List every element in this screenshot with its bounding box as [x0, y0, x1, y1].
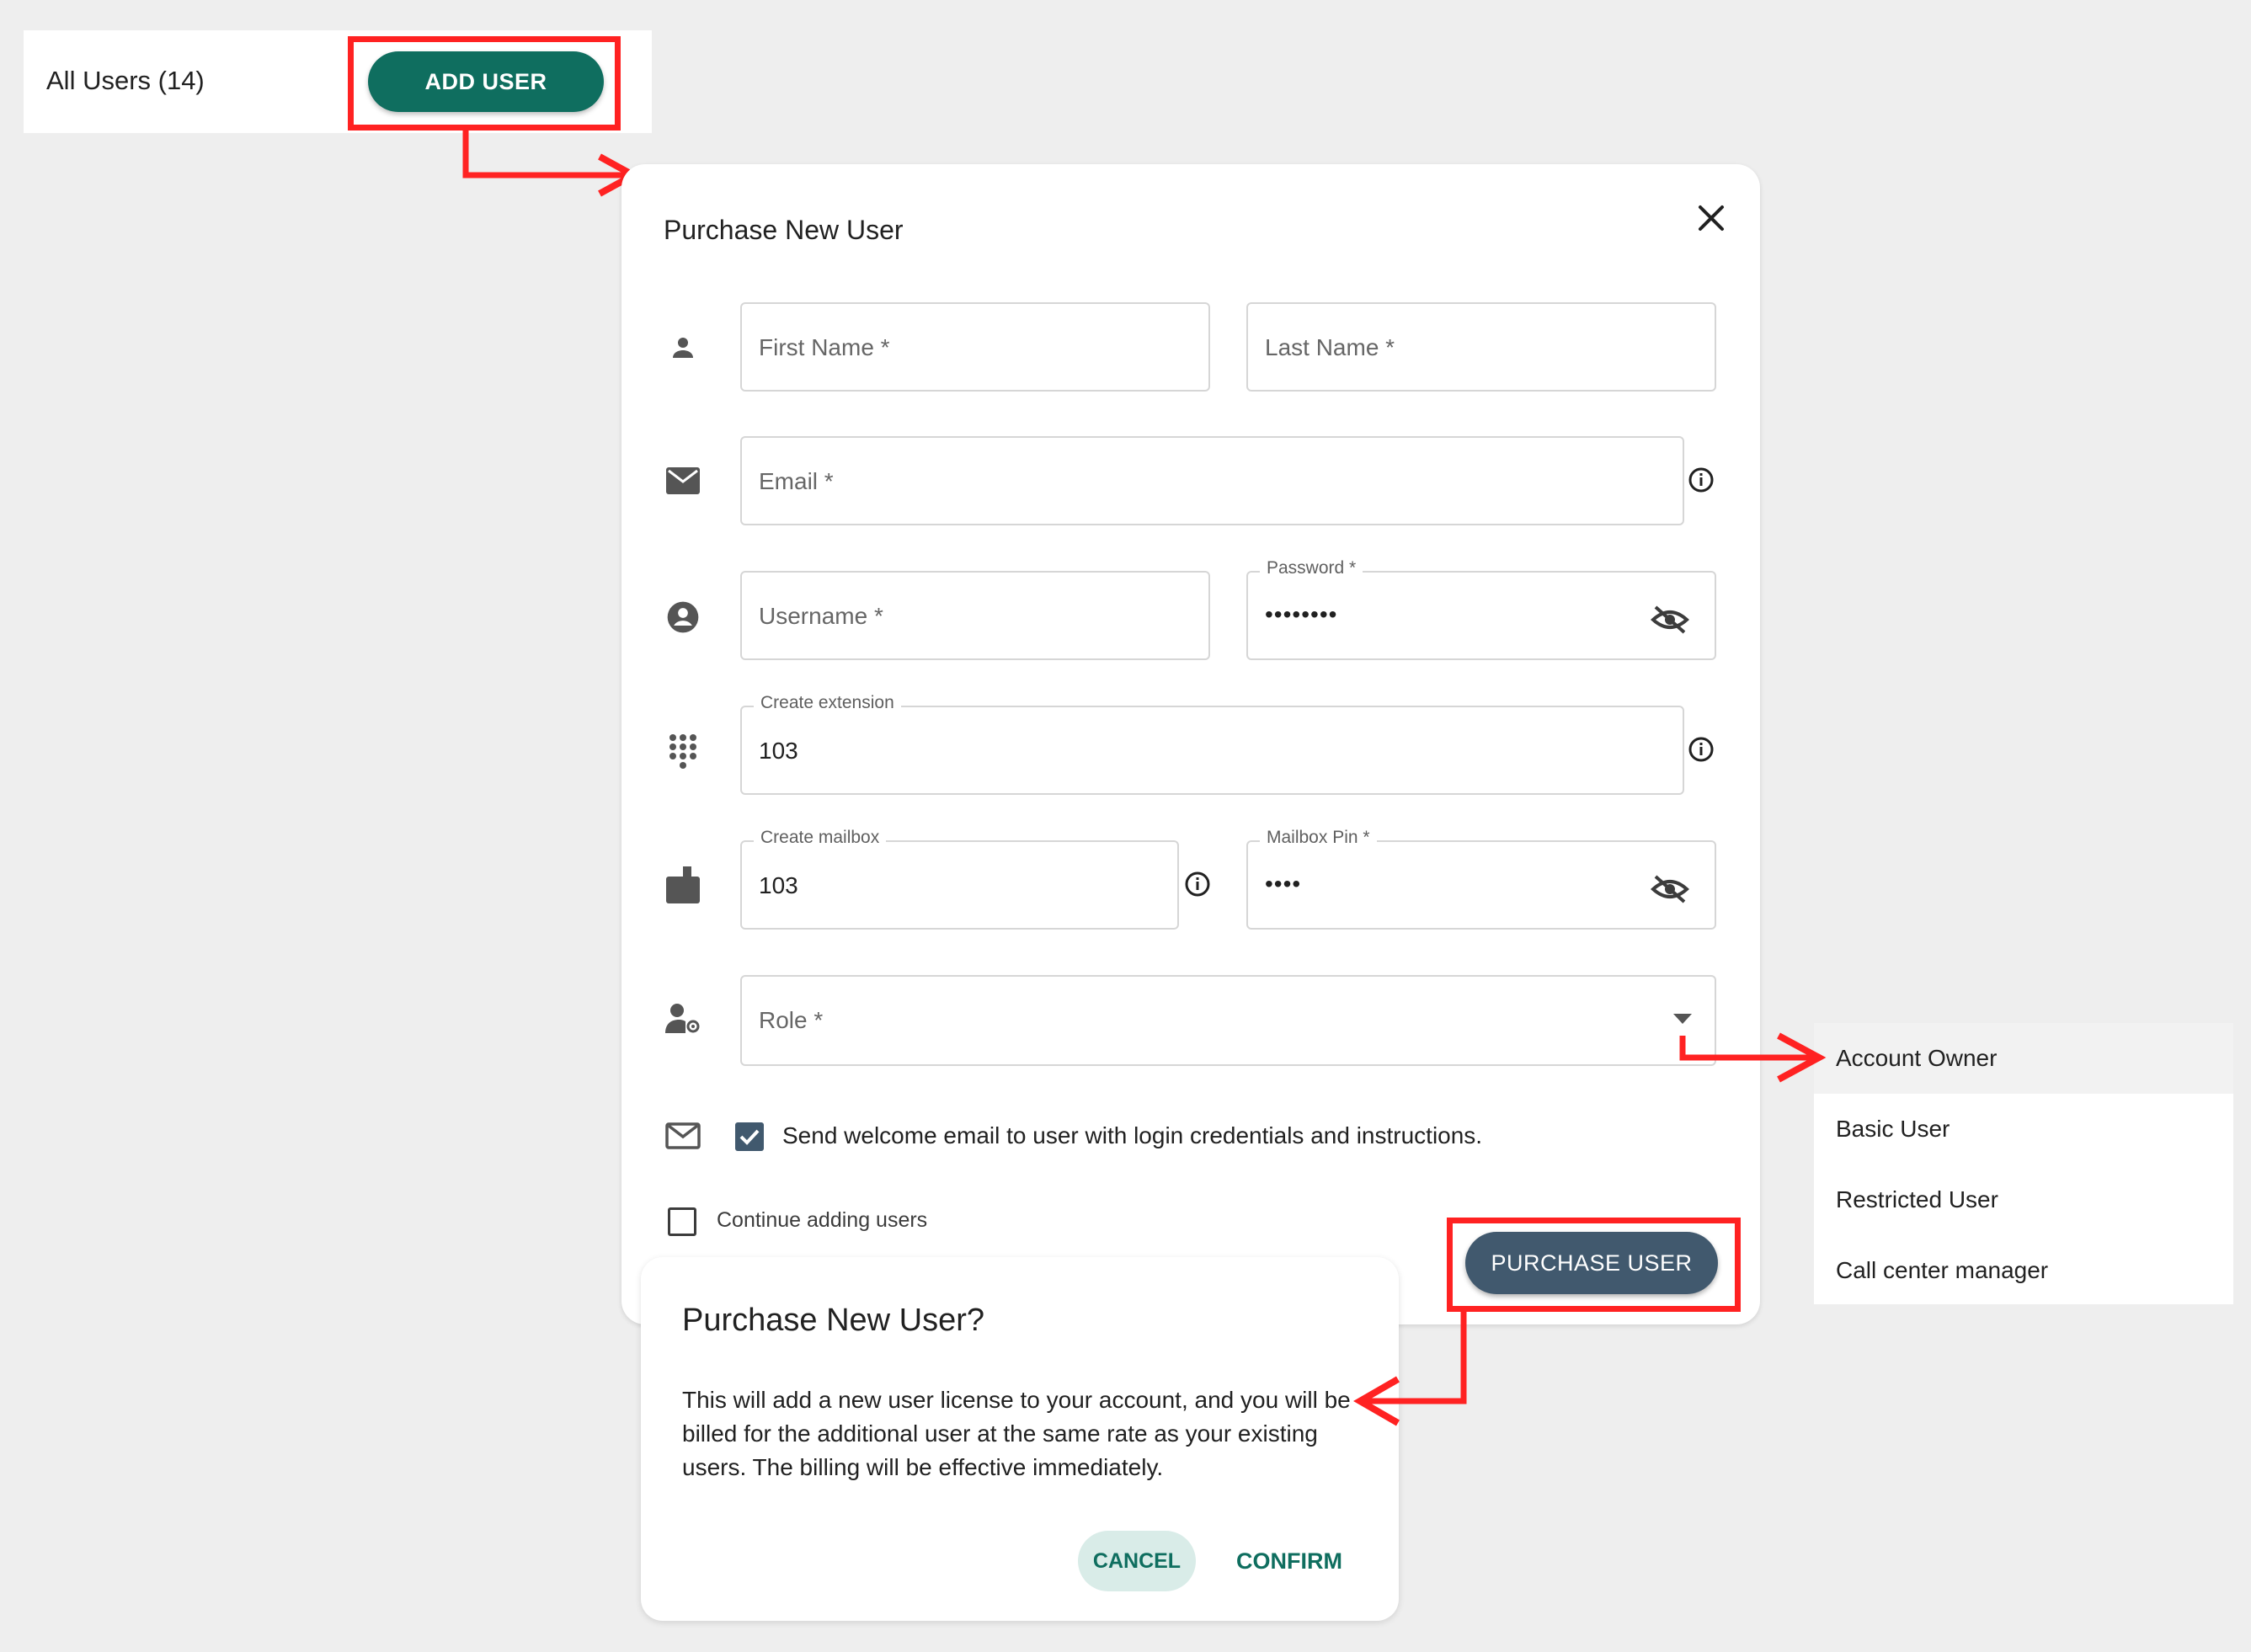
annotation-arrows-lower [1353, 1032, 1827, 1426]
